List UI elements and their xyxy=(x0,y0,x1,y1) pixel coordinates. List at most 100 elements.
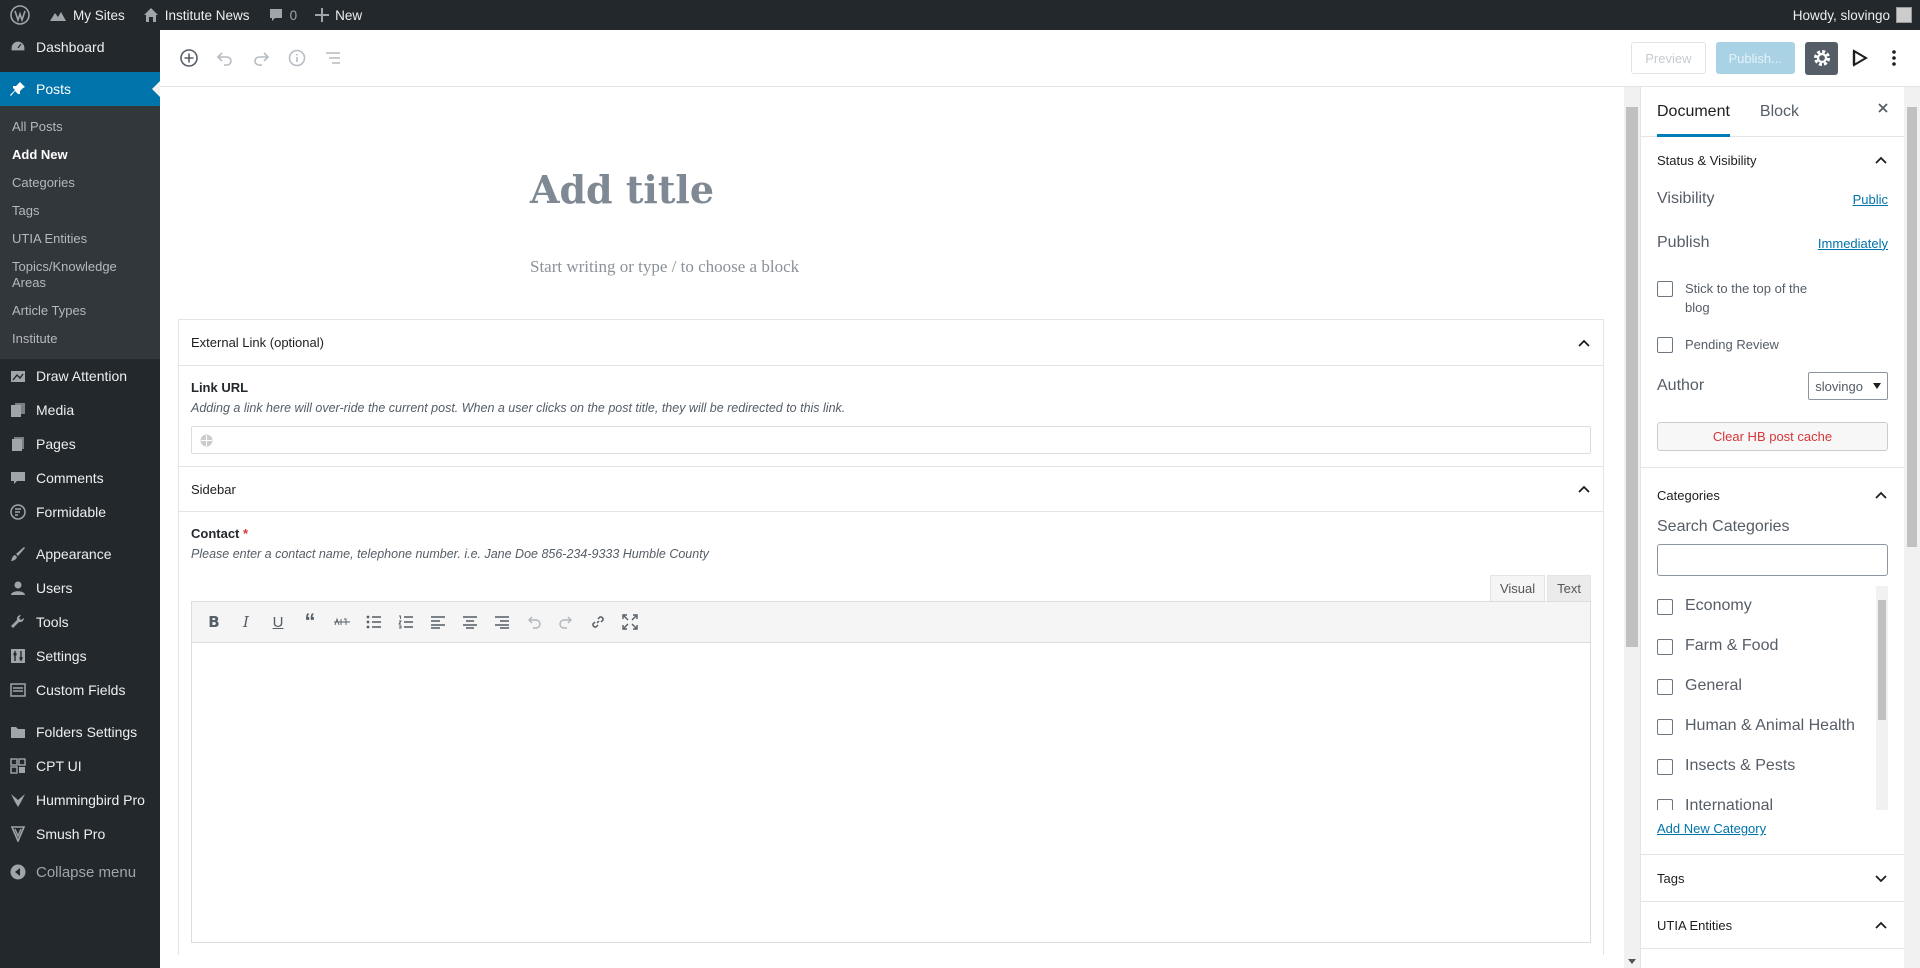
submenu-all-posts[interactable]: All Posts xyxy=(0,113,160,141)
category-checkbox[interactable] xyxy=(1657,759,1673,775)
blockquote-button[interactable]: “ xyxy=(296,608,324,636)
sidebar-item-settings[interactable]: Settings xyxy=(0,639,160,673)
submenu-add-new[interactable]: Add New xyxy=(0,141,160,169)
default-block-appender[interactable]: Start writing or type / to choose a bloc… xyxy=(530,257,799,277)
plugin-sidebar-button[interactable] xyxy=(1848,46,1872,70)
list-item[interactable]: Economy xyxy=(1657,586,1874,626)
category-checkbox[interactable] xyxy=(1657,599,1673,615)
external-link-header[interactable]: External Link (optional) xyxy=(179,320,1603,366)
sidebar-item-posts[interactable]: Posts xyxy=(0,72,160,106)
sidebar-item-tools[interactable]: Tools xyxy=(0,605,160,639)
link-url-input[interactable] xyxy=(191,426,1591,454)
sidebar-item-draw-attention[interactable]: Draw Attention xyxy=(0,359,160,393)
chevron-up-icon[interactable] xyxy=(1577,336,1591,350)
mce-undo-button[interactable] xyxy=(520,608,548,636)
sticky-checkbox[interactable] xyxy=(1657,281,1673,297)
sidebar-item-hummingbird-pro[interactable]: Hummingbird Pro xyxy=(0,783,160,817)
sidebar-item-custom-fields[interactable]: Custom Fields xyxy=(0,673,160,707)
publish-button[interactable]: Publish... xyxy=(1715,42,1795,74)
undo-button[interactable] xyxy=(213,46,237,70)
bold-button[interactable]: B xyxy=(200,608,228,636)
sidebar-item-appearance[interactable]: Appearance xyxy=(0,537,160,571)
list-item[interactable]: General xyxy=(1657,666,1874,706)
settings-scrollbar-thumb[interactable] xyxy=(1907,107,1917,547)
post-title-field[interactable]: Add title xyxy=(530,167,714,212)
sidebar-item-media[interactable]: Media xyxy=(0,393,160,427)
category-checkbox[interactable] xyxy=(1657,799,1673,810)
category-checkbox[interactable] xyxy=(1657,719,1673,735)
sidebar-metabox-header[interactable]: Sidebar xyxy=(179,466,1603,512)
align-left-button[interactable] xyxy=(424,608,452,636)
sticky-label: Stick to the top of the blog xyxy=(1685,281,1808,315)
comments-menu[interactable]: 0 xyxy=(259,0,307,30)
sidebar-item-smush-pro[interactable]: Smush Pro xyxy=(0,817,160,851)
category-checkbox[interactable] xyxy=(1657,679,1673,695)
submenu-article-types[interactable]: Article Types xyxy=(0,297,160,325)
categories-header[interactable]: Categories xyxy=(1641,472,1904,518)
numbered-list-button[interactable] xyxy=(392,608,420,636)
scroll-down-arrow-icon[interactable] xyxy=(1628,959,1636,964)
block-navigation-button[interactable] xyxy=(321,46,345,70)
sidebar-item-dashboard[interactable]: Dashboard xyxy=(0,30,160,64)
site-name-menu[interactable]: Institute News xyxy=(134,0,259,30)
redo-button[interactable] xyxy=(249,46,273,70)
chevron-up-icon[interactable] xyxy=(1577,482,1591,496)
text-tab[interactable]: Text xyxy=(1547,575,1591,601)
tab-document[interactable]: Document xyxy=(1657,87,1730,137)
search-categories-input[interactable] xyxy=(1657,544,1888,576)
submenu-tags[interactable]: Tags xyxy=(0,197,160,225)
category-checkbox[interactable] xyxy=(1657,639,1673,655)
sidebar-item-cpt-ui[interactable]: CPT UI xyxy=(0,749,160,783)
collapse-menu-button[interactable]: Collapse menu xyxy=(0,855,160,889)
insert-link-button[interactable] xyxy=(584,608,612,636)
categories-scrollbar[interactable] xyxy=(1876,586,1888,810)
sidebar-item-comments[interactable]: Comments xyxy=(0,461,160,495)
sidebar-item-users[interactable]: Users xyxy=(0,571,160,605)
more-options-button[interactable] xyxy=(1882,46,1906,70)
list-item[interactable]: International xyxy=(1657,786,1874,810)
editor-scrollbar-thumb[interactable] xyxy=(1626,107,1638,647)
preview-button[interactable]: Preview xyxy=(1631,42,1706,74)
italic-button[interactable]: I xyxy=(232,608,260,636)
add-new-category-link[interactable]: Add New Category xyxy=(1657,821,1766,836)
list-item[interactable]: Human & Animal Health xyxy=(1657,706,1874,746)
underline-button[interactable]: U xyxy=(264,608,292,636)
align-center-button[interactable] xyxy=(456,608,484,636)
strikethrough-button[interactable] xyxy=(328,608,356,636)
categories-scrollbar-thumb[interactable] xyxy=(1878,600,1886,720)
utia-entities-header[interactable]: UTIA Entities xyxy=(1641,902,1904,948)
mce-redo-button[interactable] xyxy=(552,608,580,636)
content-info-button[interactable] xyxy=(285,46,309,70)
contact-editor-area[interactable] xyxy=(191,643,1591,943)
account-menu[interactable]: Howdy, slovingo xyxy=(1793,7,1920,23)
author-select[interactable]: slovingo xyxy=(1808,372,1888,400)
list-item[interactable]: Farm & Food xyxy=(1657,626,1874,666)
submenu-institute[interactable]: Institute xyxy=(0,325,160,353)
tab-block[interactable]: Block xyxy=(1760,87,1799,137)
close-settings-button[interactable] xyxy=(1876,101,1890,115)
pending-review-checkbox[interactable] xyxy=(1657,337,1673,353)
category-label: Human & Animal Health xyxy=(1685,717,1855,734)
visibility-toggle-link[interactable]: Public xyxy=(1853,192,1888,207)
publish-date-link[interactable]: Immediately xyxy=(1818,236,1888,251)
submenu-topics[interactable]: Topics/Knowledge Areas xyxy=(0,253,160,297)
submenu-utia-entities[interactable]: UTIA Entities xyxy=(0,225,160,253)
clear-hb-cache-button[interactable]: Clear HB post cache xyxy=(1657,422,1888,451)
sidebar-item-folders-settings[interactable]: Folders Settings xyxy=(0,715,160,749)
align-right-button[interactable] xyxy=(488,608,516,636)
tags-header[interactable]: Tags xyxy=(1641,855,1904,901)
sidebar-item-formidable[interactable]: Formidable xyxy=(0,495,160,529)
add-block-button[interactable] xyxy=(177,46,201,70)
list-item[interactable]: Insects & Pests xyxy=(1657,746,1874,786)
sidebar-item-pages[interactable]: Pages xyxy=(0,427,160,461)
my-sites-menu[interactable]: My Sites xyxy=(40,0,134,30)
bullet-list-button[interactable] xyxy=(360,608,388,636)
submenu-categories[interactable]: Categories xyxy=(0,169,160,197)
settings-scrollbar[interactable] xyxy=(1904,87,1920,968)
editor-scrollbar[interactable] xyxy=(1624,87,1640,968)
fullscreen-button[interactable] xyxy=(616,608,644,636)
wordpress-logo-icon[interactable] xyxy=(0,0,40,30)
new-content-menu[interactable]: New xyxy=(306,0,371,30)
settings-toggle-button[interactable] xyxy=(1805,41,1838,75)
visual-tab[interactable]: Visual xyxy=(1489,575,1546,601)
